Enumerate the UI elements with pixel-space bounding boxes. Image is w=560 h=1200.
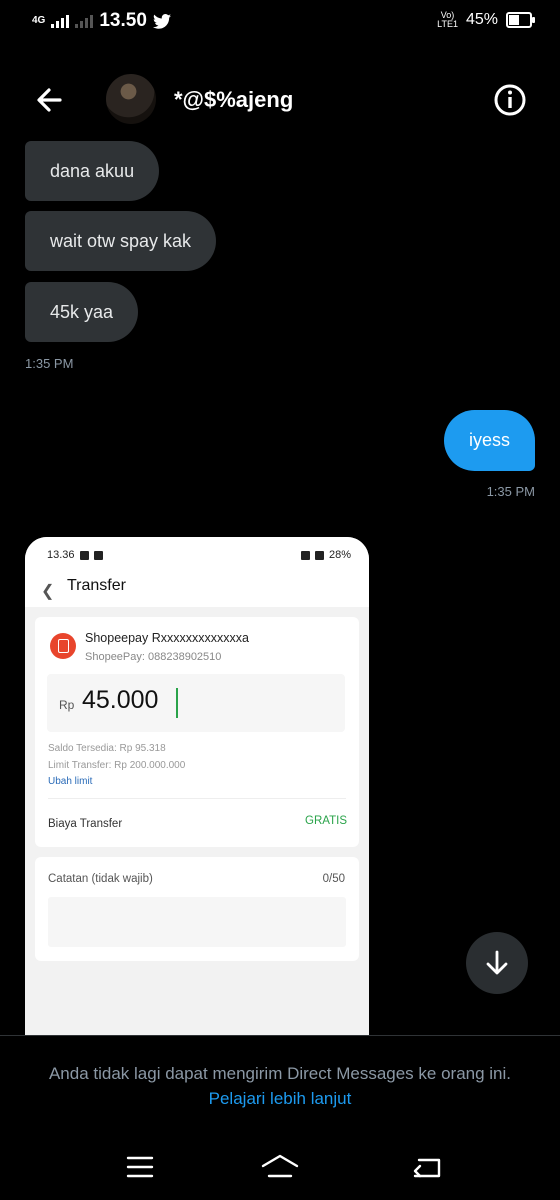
battery-icon [506,12,535,28]
message-timestamp: 1:35 PM [486,484,535,499]
mail-icon [79,550,89,560]
shared-title-bar: ❮ Transfer [25,573,369,607]
note-label: Catatan (tidak wajib) [48,873,153,885]
check-icon [93,550,103,560]
divider [48,798,346,799]
home-icon [261,1154,299,1178]
note-card: Catatan (tidak wajib) 0/50 [35,857,359,961]
text-cursor [176,688,178,718]
volte-icon: Vo) LTE1 [437,11,458,29]
home-button[interactable] [260,1152,300,1182]
shared-status-left: 13.36 [47,549,103,561]
transfer-limit: Limit Transfer: Rp 200.000.000 [48,760,186,771]
dm-restriction-notice: Anda tidak lagi dapat mengirim Direct Me… [48,1064,512,1083]
system-nav-bar [0,1140,560,1200]
back-arrow-icon [37,88,62,112]
clock: 13.50 [99,10,147,31]
shared-status-right: 28% [300,549,351,561]
message-timestamp: 1:35 PM [25,356,74,371]
shared-image-status-bar: 13.36 28% [25,537,369,573]
conversation-title[interactable]: *@$%ajeng [174,87,293,113]
shared-status-battery: 28% [328,549,351,561]
volte-label-bottom: LTE1 [437,19,458,29]
message-bubble-received[interactable]: wait otw spay kak [25,211,217,271]
back-nav-button[interactable] [407,1152,447,1182]
note-field [48,897,346,947]
signal-icon [51,14,70,28]
status-right: Vo) LTE1 45% [437,11,535,29]
menu-icon [126,1156,154,1178]
transfer-card: Shopeepay Rxxxxxxxxxxxxxa ShopeePay: 088… [35,617,359,847]
amount-value: 45.000 [82,686,159,714]
message-bubble-received[interactable]: 45k yaa [25,282,139,342]
currency-label: Rp [59,698,75,712]
learn-more-link[interactable]: Pelajari lebih lanjut [0,1089,560,1109]
chevron-left-icon: ❮ [41,583,55,600]
battery-percent: 45% [465,11,498,28]
shopeepay-logo-icon [50,633,76,659]
avatar[interactable] [106,74,156,124]
available-balance: Saldo Tersedia: Rp 95.318 [48,743,166,754]
status-bar: 4G 13.50 Vo) LTE1 45% [0,0,560,44]
message-bubble-received[interactable]: dana akuu [25,141,160,201]
info-icon [494,84,526,116]
info-button[interactable] [492,82,528,118]
recipient-account: ShopeePay: 088238902510 [85,651,222,663]
fee-label: Biaya Transfer [48,818,123,830]
message-bubble-sent[interactable]: iyess [443,410,535,471]
scroll-to-bottom-button[interactable] [466,932,528,994]
status-left: 4G 13.50 [32,10,171,32]
twitter-icon [152,13,171,29]
back-button[interactable] [30,80,70,120]
arrow-down-icon [486,950,508,975]
composer-divider [0,1035,560,1036]
recipient-name: Shopeepay Rxxxxxxxxxxxxxa [85,631,249,645]
mute-icon [300,550,310,560]
shared-status-time: 13.36 [47,549,75,561]
fee-value: GRATIS [305,815,347,827]
network-type: 4G [32,15,46,26]
shared-image[interactable]: 13.36 28% ❮ Transfer Shopeepay Rxxxxxxxx… [25,537,369,1035]
return-icon [413,1158,441,1178]
recents-button[interactable] [120,1152,160,1182]
signal-icon-secondary [75,14,94,28]
shared-page-title: Transfer [67,577,126,594]
change-limit-link: Ubah limit [48,776,93,787]
amount-field: Rp 45.000 [47,674,345,732]
network-icon [314,550,324,560]
note-char-count: 0/50 [322,873,345,885]
